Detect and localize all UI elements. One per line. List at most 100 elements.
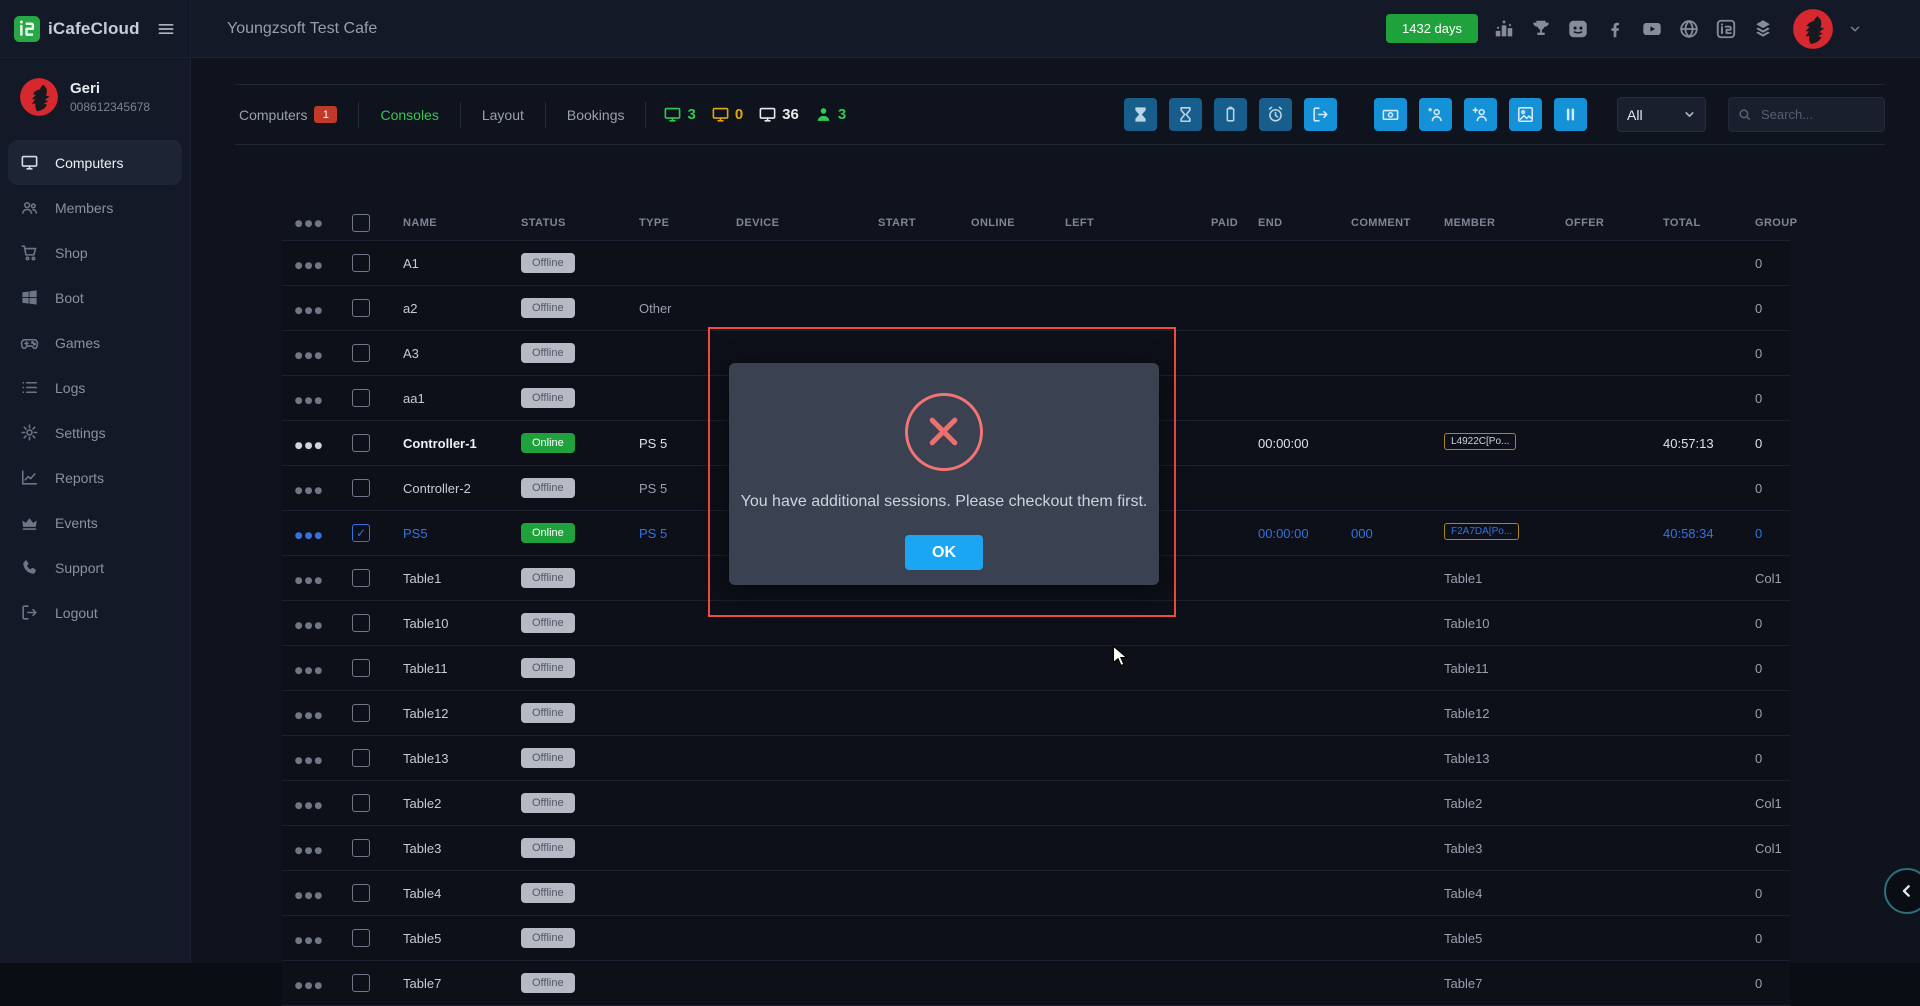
timer-button[interactable]	[1169, 98, 1202, 131]
tab-consoles[interactable]: Consoles	[376, 107, 442, 123]
user-avatar[interactable]	[20, 78, 58, 116]
row-checkbox[interactable]	[352, 749, 370, 767]
paid-cell	[1193, 691, 1240, 736]
status-cell: Offline	[503, 601, 621, 646]
sidebar-item-reports[interactable]: Reports	[8, 455, 182, 500]
offer-cell	[1547, 916, 1645, 961]
member-cell: Table10	[1426, 601, 1547, 646]
sidebar-item-computers[interactable]: Computers	[8, 140, 182, 185]
trophy-icon[interactable]	[1530, 18, 1552, 40]
add-member-star-button[interactable]	[1419, 98, 1452, 131]
row-actions-menu[interactable]: ●●●	[295, 936, 325, 946]
row-checkbox[interactable]	[352, 839, 370, 857]
youtube-icon[interactable]	[1641, 18, 1663, 40]
money-button[interactable]	[1374, 98, 1407, 131]
row-checkbox[interactable]	[352, 704, 370, 722]
row-checkbox[interactable]	[352, 614, 370, 632]
sidebar-item-games[interactable]: Games	[8, 320, 182, 365]
user-meta: Geri 008612345678	[70, 80, 150, 114]
podium-icon[interactable]	[1493, 18, 1515, 40]
table-row[interactable]: ●●●Table12OfflineTable120	[282, 691, 1790, 736]
row-actions-menu[interactable]: ●●●	[295, 351, 325, 361]
sidebar-item-logout[interactable]: Logout	[8, 590, 182, 635]
row-checkbox[interactable]	[352, 974, 370, 992]
row-actions-menu[interactable]: ●●●	[295, 396, 325, 406]
header-actions-menu[interactable]: ●●●	[295, 219, 325, 229]
paid-cell	[1193, 286, 1240, 331]
search-input[interactable]	[1759, 106, 1876, 123]
sidebar-item-support[interactable]: Support	[8, 545, 182, 590]
table-row[interactable]: ●●●Table3OfflineTable3Col1	[282, 826, 1790, 871]
row-actions-menu[interactable]: ●●●	[295, 801, 325, 811]
tab-layout[interactable]: Layout	[478, 107, 528, 123]
computer-name: Controller-2	[385, 466, 503, 511]
row-checkbox[interactable]	[352, 434, 370, 452]
sidebar-item-boot[interactable]: Boot	[8, 275, 182, 320]
row-checkbox[interactable]	[352, 389, 370, 407]
row-checkbox[interactable]	[352, 299, 370, 317]
sidebar-item-members[interactable]: Members	[8, 185, 182, 230]
group-cell: 0	[1737, 421, 1790, 466]
icafecloud-mark-icon[interactable]	[1715, 18, 1737, 40]
member-badge[interactable]: F2A7DA[Po...	[1444, 523, 1519, 540]
account-chevron-down-icon[interactable]	[1848, 22, 1862, 36]
row-checkbox[interactable]	[352, 794, 370, 812]
row-checkbox[interactable]	[352, 479, 370, 497]
offer-cell	[1547, 556, 1645, 601]
tab-bookings[interactable]: Bookings	[563, 107, 629, 123]
table-row[interactable]: ●●●Table5OfflineTable50	[282, 916, 1790, 961]
alarm-button[interactable]	[1259, 98, 1292, 131]
computer-filter-select[interactable]: All	[1617, 97, 1706, 132]
tab-divider	[460, 102, 461, 128]
row-checkbox[interactable]	[352, 659, 370, 677]
select-all-checkbox[interactable]	[352, 214, 370, 232]
row-checkbox[interactable]	[352, 344, 370, 362]
timer-filled-button[interactable]	[1124, 98, 1157, 131]
table-row[interactable]: ●●●Table2OfflineTable2Col1	[282, 781, 1790, 826]
row-actions-menu[interactable]: ●●●	[295, 666, 325, 676]
row-checkbox[interactable]	[352, 884, 370, 902]
discord-icon[interactable]	[1567, 18, 1589, 40]
sidebar-item-logs[interactable]: Logs	[8, 365, 182, 410]
row-actions-menu[interactable]: ●●●	[295, 891, 325, 901]
row-actions-menu[interactable]: ●●●	[295, 981, 325, 991]
add-member-button[interactable]	[1464, 98, 1497, 131]
row-actions-menu[interactable]: ●●●	[295, 756, 325, 766]
row-checkbox[interactable]	[352, 929, 370, 947]
row-actions-menu[interactable]: ●●●	[295, 261, 325, 271]
globe-icon[interactable]	[1678, 18, 1700, 40]
account-avatar[interactable]	[1793, 9, 1833, 49]
row-actions-menu[interactable]: ●●●	[295, 621, 325, 631]
row-checkbox[interactable]: ✓	[352, 524, 370, 542]
checkout-button[interactable]	[1304, 98, 1337, 131]
table-row[interactable]: ●●●Table13OfflineTable130	[282, 736, 1790, 781]
tab-computers[interactable]: Computers1	[235, 106, 341, 123]
layers-icon[interactable]	[1752, 18, 1774, 40]
row-actions-menu[interactable]: ●●●	[295, 486, 325, 496]
sidebar-item-events[interactable]: Events	[8, 500, 182, 545]
license-days-badge[interactable]: 1432 days	[1386, 14, 1478, 43]
row-checkbox[interactable]	[352, 569, 370, 587]
row-checkbox[interactable]	[352, 254, 370, 272]
row-actions-menu[interactable]: ●●●	[295, 531, 325, 541]
row-actions-menu[interactable]: ●●●	[295, 576, 325, 586]
pause-button[interactable]	[1554, 98, 1587, 131]
table-row[interactable]: ●●●a2OfflineOther0	[282, 286, 1790, 331]
member-badge[interactable]: L4922C[Po...	[1444, 433, 1516, 450]
screen-view-button[interactable]	[1509, 98, 1542, 131]
battery-button[interactable]	[1214, 98, 1247, 131]
sidebar-item-settings[interactable]: Settings	[8, 410, 182, 455]
row-actions-menu[interactable]: ●●●	[295, 441, 325, 451]
row-actions-menu[interactable]: ●●●	[295, 306, 325, 316]
table-row[interactable]: ●●●Table11OfflineTable110	[282, 646, 1790, 691]
ok-button[interactable]: OK	[905, 535, 983, 570]
status-badge: Online	[521, 523, 575, 543]
table-row[interactable]: ●●●Table4OfflineTable40	[282, 871, 1790, 916]
facebook-icon[interactable]	[1604, 18, 1626, 40]
sidebar-item-shop[interactable]: Shop	[8, 230, 182, 275]
menu-toggle-icon[interactable]	[156, 19, 176, 39]
table-row[interactable]: ●●●A1Offline0	[282, 241, 1790, 286]
table-row[interactable]: ●●●Table7OfflineTable70	[282, 961, 1790, 1006]
row-actions-menu[interactable]: ●●●	[295, 846, 325, 856]
row-actions-menu[interactable]: ●●●	[295, 711, 325, 721]
